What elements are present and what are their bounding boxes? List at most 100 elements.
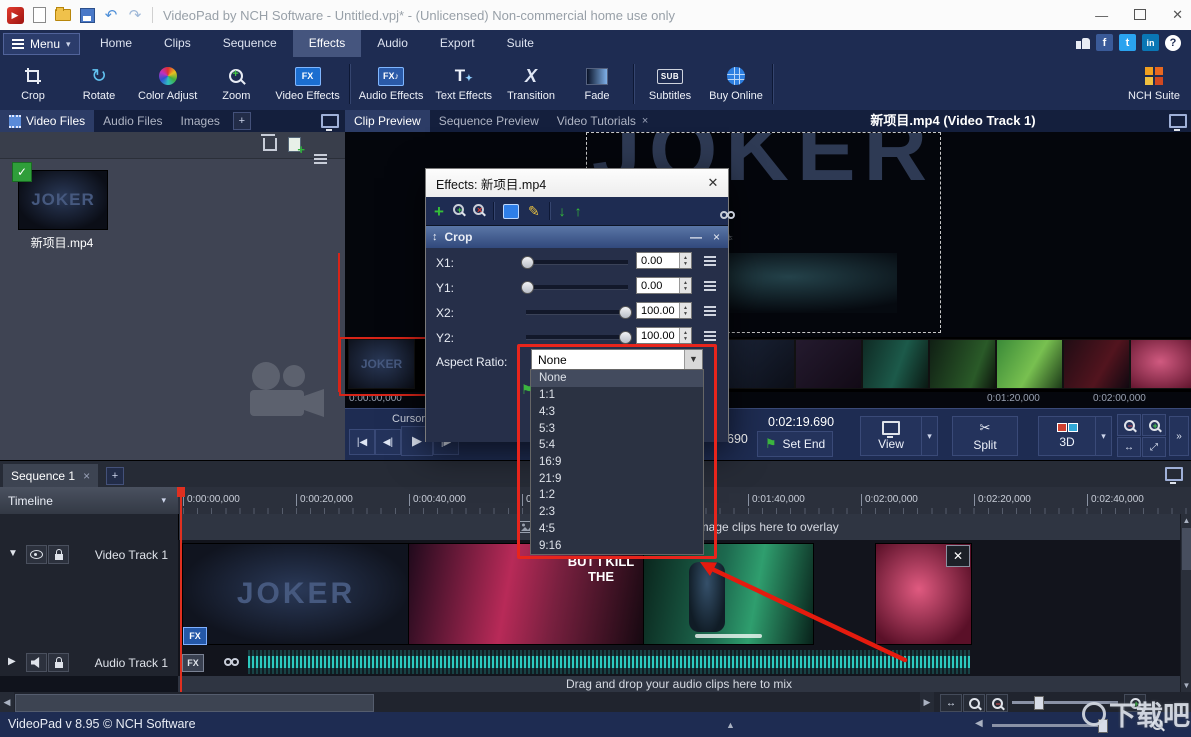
param-menu-icon[interactable] [704, 281, 716, 283]
combo-arrow-icon[interactable]: ▼ [684, 350, 702, 369]
hscroll-thumb[interactable] [15, 694, 374, 712]
playhead-line[interactable] [180, 487, 182, 692]
twitter-icon[interactable]: t [1119, 34, 1136, 51]
y2-slider-thumb[interactable] [619, 331, 632, 344]
volume-collapse-icon[interactable]: ◀ [975, 718, 983, 729]
zoom-button[interactable]: Zoom [203, 57, 269, 110]
timeline-zoom-out-icon[interactable]: − [986, 694, 1008, 712]
timeline-zoom-knob[interactable] [1034, 696, 1044, 710]
nch-suite-button[interactable]: NCH Suite [1121, 57, 1187, 110]
add-sequence-button[interactable]: + [106, 467, 124, 485]
close-tab-icon[interactable]: × [642, 110, 648, 132]
x2-spinbox[interactable]: 100.00▲▼ [636, 302, 692, 319]
view-dropdown-arrow[interactable]: ▾ [921, 416, 938, 456]
track-lock-button[interactable] [48, 653, 69, 672]
bin-clip-label[interactable]: 新项目.mp4 [6, 234, 118, 251]
option-1-2[interactable]: 1:2 [531, 487, 703, 504]
option-4-5[interactable]: 4:5 [531, 521, 703, 538]
zoom-out-icon[interactable]: − [1117, 414, 1141, 436]
scroll-left-icon[interactable]: ◀ [0, 692, 14, 712]
video-effects-button[interactable]: FX Video Effects [269, 57, 345, 110]
zoom-selection-icon[interactable] [963, 694, 985, 712]
collapse-handle-icon[interactable]: ▲ [726, 720, 735, 730]
option-21-9[interactable]: 21:9 [531, 470, 703, 487]
fit-width-icon[interactable]: ↔ [1117, 437, 1141, 457]
delete-clip-icon[interactable] [263, 138, 277, 151]
view-button[interactable]: View [860, 416, 922, 456]
filmstrip-frame[interactable] [1130, 339, 1191, 389]
subtitles-button[interactable]: SUB Subtitles [637, 57, 703, 110]
option-5-4[interactable]: 5:4 [531, 437, 703, 454]
y1-spinbox[interactable]: 0.00▲▼ [636, 277, 692, 294]
menu-button[interactable]: Menu ▾ [3, 33, 80, 55]
filmstrip-frame[interactable] [929, 339, 996, 389]
timeline-clip-2[interactable]: BUT I KILL THE [408, 543, 645, 645]
expand-icon[interactable]: ⤢ [1142, 437, 1166, 457]
zoom-add-icon[interactable]: + [453, 204, 464, 218]
text-effects-button[interactable]: T✦ Text Effects [429, 57, 498, 110]
open-project-icon[interactable] [54, 6, 72, 24]
save-template-icon[interactable] [503, 204, 519, 219]
tab-audio-files[interactable]: Audio Files [94, 110, 171, 132]
minimize-button[interactable]: — [1095, 8, 1108, 23]
option-5-3[interactable]: 5:3 [531, 420, 703, 437]
threed-dropdown-arrow[interactable]: ▾ [1095, 416, 1112, 456]
x1-slider-thumb[interactable] [521, 256, 534, 269]
crop-button[interactable]: Crop [0, 57, 66, 110]
tab-sequence[interactable]: Sequence [207, 30, 293, 57]
param-menu-icon[interactable] [704, 306, 716, 308]
y2-slider[interactable] [526, 335, 628, 340]
timeline-clip-1[interactable]: JOKER [182, 543, 410, 645]
remove-panel-icon[interactable]: × [713, 230, 720, 244]
tab-effects[interactable]: Effects [293, 30, 361, 57]
timeline-vscrollbar[interactable]: ▲ ▼ [1180, 514, 1191, 692]
redo-icon[interactable]: ↷ [126, 6, 144, 24]
audio-track-lane[interactable]: FX [178, 648, 1180, 676]
move-down-icon[interactable]: ↓ [559, 203, 566, 219]
save-project-icon[interactable] [78, 6, 96, 24]
vscroll-thumb[interactable] [1182, 528, 1191, 570]
transition-button[interactable]: X Transition [498, 57, 564, 110]
collapse-panel-icon[interactable]: — [690, 230, 702, 244]
detach-preview-icon[interactable] [1169, 114, 1187, 128]
zoom-in-icon[interactable]: + [1142, 414, 1166, 436]
y1-slider-thumb[interactable] [521, 281, 534, 294]
audio-effects-button[interactable]: FX♪ Audio Effects [353, 57, 430, 110]
split-button[interactable]: ✂ Split [952, 416, 1018, 456]
fit-timeline-icon[interactable]: ↔ [940, 694, 962, 712]
go-start-button[interactable]: |◀ [349, 429, 375, 455]
spin-arrows-icon[interactable]: ▲▼ [679, 303, 691, 318]
video-track-lane[interactable]: JOKER FX BUT I KILL THE ✕ [178, 540, 1180, 648]
x1-slider[interactable] [526, 260, 628, 265]
option-none[interactable]: None [531, 370, 703, 387]
maximize-button[interactable] [1134, 8, 1146, 23]
expand-track-icon[interactable]: ▶ [8, 656, 16, 667]
move-up-icon[interactable]: ↑ [575, 203, 582, 219]
close-button[interactable]: ✕ [1172, 7, 1183, 23]
tab-video-files[interactable]: Video Files [0, 110, 94, 132]
rotate-button[interactable]: ↻ Rotate [66, 57, 132, 110]
x2-slider[interactable] [526, 310, 628, 315]
tab-audio[interactable]: Audio [361, 30, 424, 57]
tab-sequence-preview[interactable]: Sequence Preview [430, 110, 548, 132]
track-lock-button[interactable] [48, 545, 69, 564]
tab-export[interactable]: Export [424, 30, 491, 57]
add-file-icon[interactable] [288, 137, 301, 152]
option-4-3[interactable]: 4:3 [531, 403, 703, 420]
threed-button[interactable]: 3D [1038, 416, 1096, 456]
spin-arrows-icon[interactable]: ▲▼ [679, 253, 691, 268]
more-controls-button[interactable]: » [1169, 416, 1189, 456]
clip-fx-badge[interactable]: FX [183, 627, 207, 645]
collapse-track-icon[interactable]: ▼ [8, 548, 18, 559]
filmstrip-frame[interactable] [728, 339, 795, 389]
add-bin-tab-button[interactable]: + [233, 112, 251, 130]
track-mute-button[interactable] [26, 653, 47, 672]
new-project-icon[interactable] [30, 6, 48, 24]
audio-overlay-dropzone[interactable]: Drag and drop your audio clips here to m… [178, 676, 1180, 692]
timeline-mode-selector[interactable]: Timeline ▾ [0, 487, 179, 514]
option-2-3[interactable]: 2:3 [531, 504, 703, 521]
tab-home[interactable]: Home [84, 30, 148, 57]
color-adjust-button[interactable]: Color Adjust [132, 57, 203, 110]
help-icon[interactable]: ? [1165, 35, 1181, 51]
filmstrip-frame[interactable] [996, 339, 1063, 389]
